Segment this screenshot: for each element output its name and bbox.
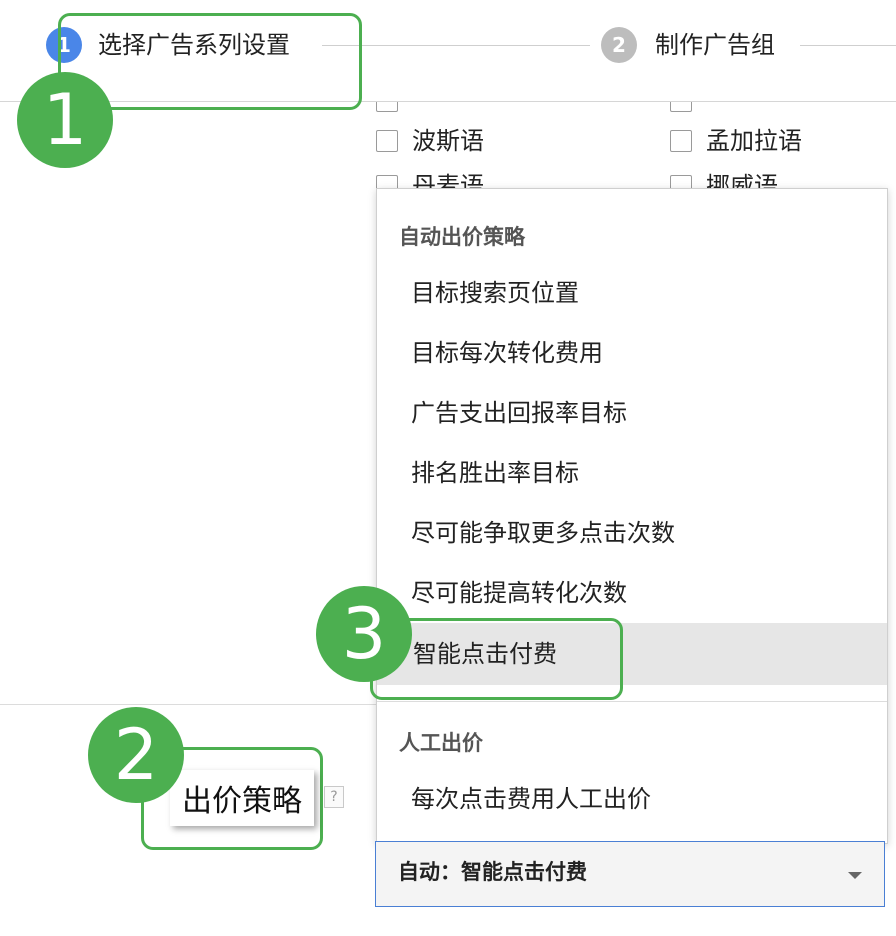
language-checkbox-persian[interactable]: [376, 130, 398, 152]
menu-separator: [377, 701, 887, 702]
step-connector: [322, 45, 590, 46]
annotation-badge-3: 3: [316, 586, 412, 682]
menu-item-manual-cpc[interactable]: 每次点击费用人工出价: [411, 783, 651, 815]
bid-strategy-select[interactable]: 自动：智能点击付费: [375, 841, 885, 907]
bid-strategy-label: 出价策略: [170, 770, 314, 826]
menu-item-target-outranking-share[interactable]: 排名胜出率目标: [411, 457, 579, 489]
language-row-partial-top: [370, 102, 850, 112]
language-checkbox[interactable]: [376, 102, 398, 112]
section-divider: [0, 704, 376, 705]
step-2-number[interactable]: 2: [601, 27, 637, 63]
language-label-danish: 丹麦语: [412, 172, 484, 189]
bid-strategy-selected-value: 自动：智能点击付费: [398, 860, 587, 884]
language-checkbox-danish[interactable]: [376, 175, 398, 189]
language-checkbox-bengali[interactable]: [670, 130, 692, 152]
help-icon[interactable]: ?: [324, 786, 344, 808]
step-connector-trailing: [800, 45, 896, 46]
bid-strategy-menu: 自动出价策略 目标搜索页位置 目标每次转化费用 广告支出回报率目标 排名胜出率目…: [376, 188, 888, 844]
language-label-persian: 波斯语: [412, 127, 484, 155]
language-checkbox[interactable]: [670, 102, 692, 112]
menu-item-target-roas[interactable]: 广告支出回报率目标: [411, 397, 627, 429]
menu-item-target-cpa[interactable]: 目标每次转化费用: [411, 337, 603, 369]
menu-item-maximize-clicks[interactable]: 尽可能争取更多点击次数: [411, 517, 675, 549]
chevron-down-icon: [848, 872, 862, 879]
menu-group-auto: 自动出价策略: [399, 225, 525, 249]
annotation-badge-1: 1: [17, 72, 113, 168]
language-checkbox-norwegian[interactable]: [670, 175, 692, 189]
annotation-badge-2: 2: [88, 707, 184, 803]
language-row-partial-bottom: 丹麦语 挪威语: [370, 172, 890, 189]
menu-item-maximize-conversions[interactable]: 尽可能提高转化次数: [411, 577, 627, 609]
menu-group-manual: 人工出价: [399, 731, 483, 755]
language-label-norwegian: 挪威语: [706, 172, 778, 189]
menu-item-target-search-page-location[interactable]: 目标搜索页位置: [411, 277, 579, 309]
language-label-bengali: 孟加拉语: [706, 127, 802, 155]
step-2-label[interactable]: 制作广告组: [655, 27, 775, 63]
